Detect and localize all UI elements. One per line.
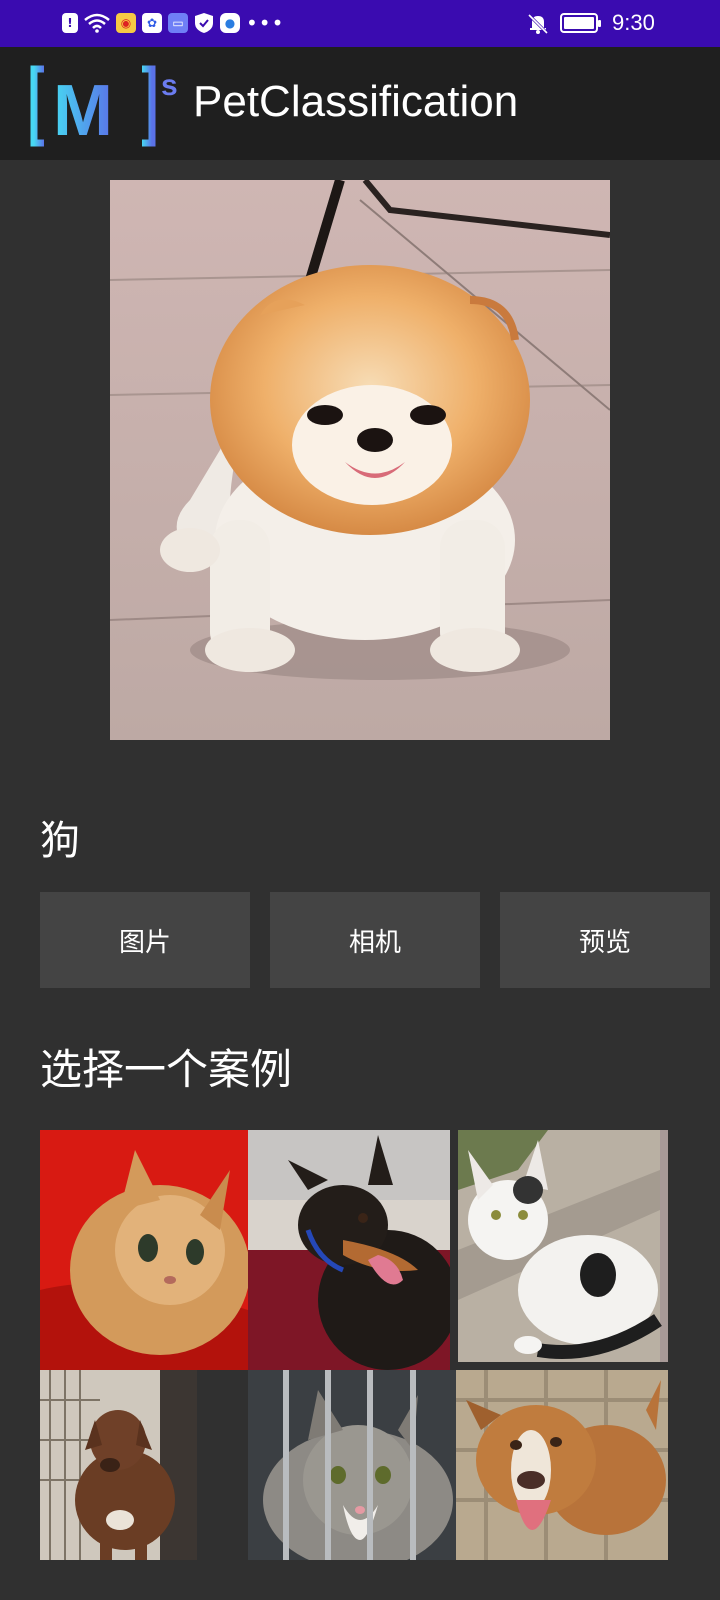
- preview-button[interactable]: 预览: [500, 892, 710, 988]
- selected-pet-image: [110, 180, 610, 740]
- battery-icon: [560, 13, 601, 33]
- sample-image[interactable]: [248, 1130, 450, 1370]
- status-time: 9:30: [612, 10, 655, 35]
- app-logo: M s: [30, 65, 178, 149]
- camera-button[interactable]: 相机: [270, 892, 480, 988]
- samples-title: 选择一个案例: [40, 1045, 293, 1094]
- picture-button[interactable]: 图片: [40, 892, 250, 988]
- sample-image[interactable]: [456, 1370, 668, 1560]
- shield-icon: [195, 13, 213, 33]
- sample-image[interactable]: [40, 1130, 248, 1370]
- orange-cat-photo: [40, 1130, 248, 1370]
- pomeranian-photo: [110, 180, 610, 740]
- sample-image[interactable]: [248, 1370, 456, 1560]
- tabby-cat-photo: [248, 1370, 456, 1560]
- status-icons-left: ! ◉ ✿ ▭ ● •••: [62, 11, 284, 35]
- logo-superscript: s: [161, 69, 178, 102]
- pitbull-dog-photo: [456, 1370, 668, 1560]
- browser-icon: ●: [220, 13, 240, 33]
- sample-image[interactable]: [458, 1130, 668, 1362]
- bell-muted-icon: [527, 13, 549, 35]
- logo-letter: M: [53, 71, 113, 149]
- classification-result: 狗: [40, 818, 80, 864]
- app-title: PetClassification: [193, 77, 519, 126]
- status-bar: ! ◉ ✿ ▭ ● ••• 9:30: [0, 0, 720, 47]
- alert-icon: !: [62, 13, 78, 33]
- wifi-icon: [84, 13, 110, 33]
- white-cat-photo: [458, 1130, 662, 1362]
- brown-dog-photo: [40, 1370, 197, 1560]
- more-dots-icon: •••: [246, 11, 285, 35]
- sample-image[interactable]: [40, 1370, 197, 1560]
- app-bar: M s PetClassification: [0, 47, 720, 160]
- baidu-icon: ✿: [142, 13, 162, 33]
- doberman-photo: [248, 1130, 450, 1370]
- weibo-icon: ◉: [116, 13, 136, 33]
- app-icon: ▭: [168, 13, 188, 33]
